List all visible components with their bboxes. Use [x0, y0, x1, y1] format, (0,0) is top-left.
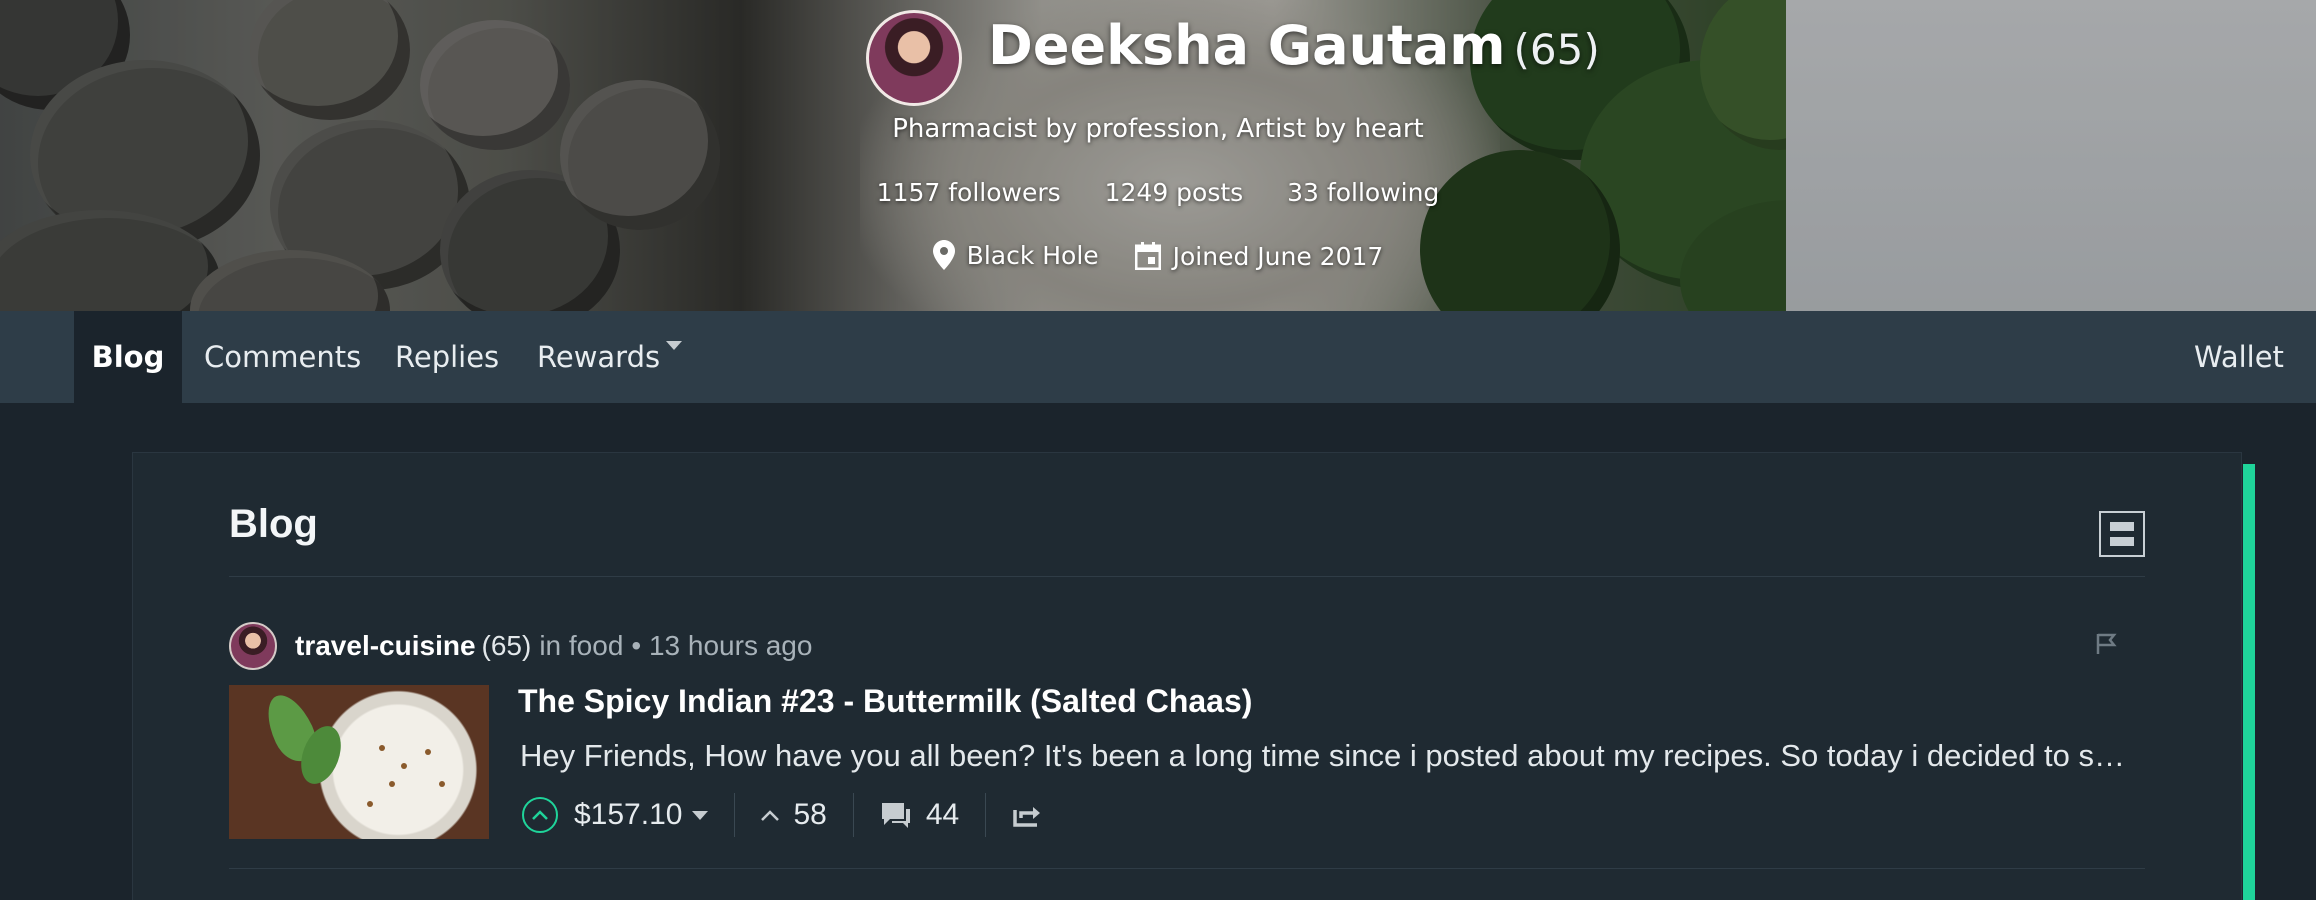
- profile-name-text: Deeksha Gautam: [988, 14, 1506, 77]
- chevron-down-icon[interactable]: [692, 810, 709, 820]
- vote-count[interactable]: 58: [761, 798, 827, 832]
- divider: [985, 793, 987, 837]
- location-pin-icon: [932, 240, 955, 270]
- vote-count-value: 58: [793, 798, 827, 831]
- chevron-up-icon: [761, 810, 780, 821]
- scroll-indicator: [2243, 464, 2255, 900]
- post-author[interactable]: travel-cuisine: [295, 630, 476, 662]
- divider: [229, 868, 2145, 869]
- layout-toggle-icon[interactable]: [2099, 511, 2145, 557]
- profile-header: Deeksha Gautam (65) Pharmacist by profess…: [0, 0, 2316, 311]
- tab-rewards-label: Rewards: [537, 340, 661, 374]
- flag-icon[interactable]: [2095, 632, 2117, 656]
- profile-about: Pharmacist by profession, Artist by hear…: [892, 114, 1424, 144]
- profile-joined: Joined June 2017: [1134, 241, 1384, 271]
- divider: [229, 576, 2145, 577]
- blog-title: Blog: [229, 502, 318, 546]
- calendar-icon: [1134, 242, 1161, 270]
- profile-stats: 1157 followers 1249 posts 33 following: [0, 178, 2316, 207]
- tab-replies[interactable]: Replies: [395, 311, 499, 403]
- profile-avatar[interactable]: [866, 10, 962, 106]
- posts-count: 1249 posts: [1104, 178, 1244, 207]
- upvote-icon[interactable]: [522, 797, 558, 833]
- post-footer: $157.10 58 44: [522, 790, 1042, 840]
- location-text: Black Hole: [966, 240, 1099, 270]
- joined-text: Joined June 2017: [1172, 241, 1384, 271]
- post-thumbnail[interactable]: [229, 685, 489, 839]
- post-excerpt[interactable]: Hey Friends, How have you all been? It's…: [520, 738, 2140, 774]
- author-reputation: (65): [481, 630, 532, 661]
- profile-meta: Black Hole Joined June 2017: [0, 240, 2316, 276]
- comment-count[interactable]: 44: [880, 798, 959, 832]
- profile-name: Deeksha Gautam (65): [988, 14, 1600, 77]
- reblog-icon[interactable]: [1012, 802, 1042, 828]
- comments-icon: [881, 803, 910, 828]
- avatar[interactable]: [229, 622, 277, 670]
- tab-comments[interactable]: Comments: [204, 311, 361, 403]
- post-payout[interactable]: $157.10: [574, 798, 682, 832]
- post-header: travel-cuisine (65) in food • 13 hours a…: [229, 621, 812, 671]
- comment-count-value: 44: [925, 798, 960, 831]
- profile-nav-bar: Blog Comments Replies Rewards Wallet: [0, 311, 2316, 403]
- divider: [852, 793, 854, 837]
- following-link[interactable]: 33 following: [1287, 178, 1439, 207]
- wallet-link[interactable]: Wallet: [2194, 311, 2284, 403]
- post-category[interactable]: in food: [539, 630, 623, 662]
- profile-reputation: (65): [1513, 25, 1600, 74]
- post-time[interactable]: • 13 hours ago: [631, 630, 812, 662]
- post-title[interactable]: The Spicy Indian #23 - Buttermilk (Salte…: [518, 683, 1252, 720]
- divider: [734, 793, 736, 837]
- chevron-down-icon: [666, 340, 683, 350]
- followers-link[interactable]: 1157 followers: [877, 178, 1061, 207]
- tab-blog[interactable]: Blog: [74, 311, 182, 403]
- tab-rewards[interactable]: Rewards: [537, 311, 683, 403]
- profile-location: Black Hole: [932, 240, 1099, 270]
